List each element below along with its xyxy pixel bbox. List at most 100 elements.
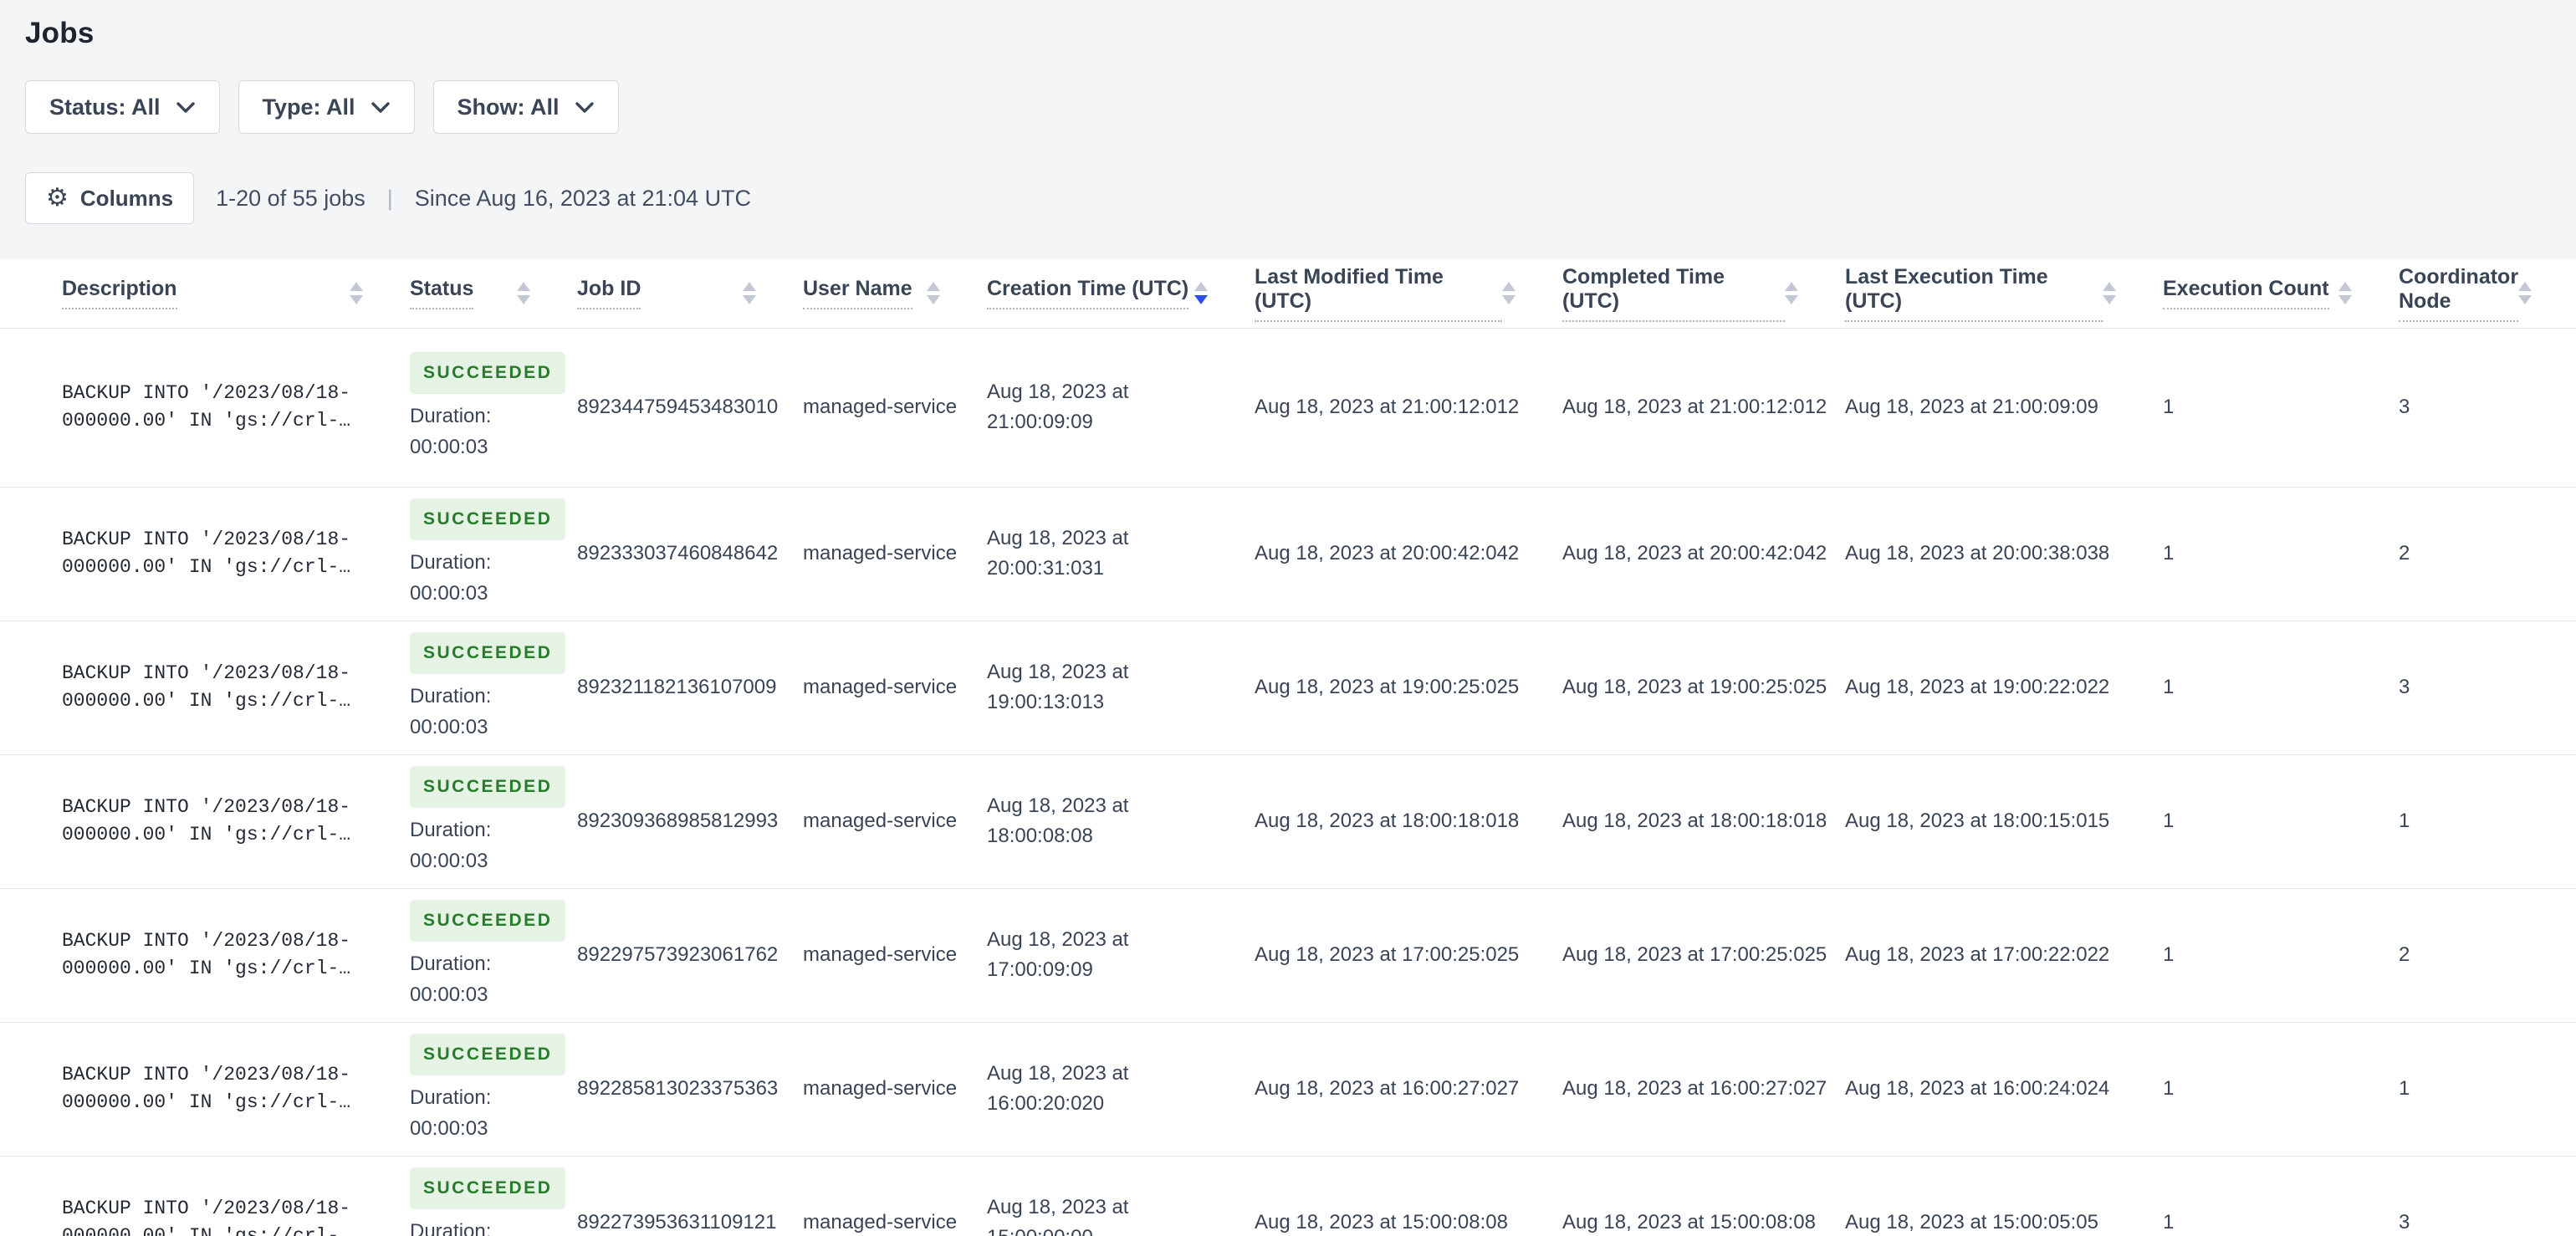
jobs-page: Jobs Status: All Type: All Show: All ⚙ C…: [0, 0, 2576, 1236]
column-header-label: User Name: [803, 277, 912, 310]
description-line2: 000000.00' IN 'gs://crl-…: [62, 824, 351, 845]
coordinator-node: 1: [2399, 1022, 2576, 1157]
sort-ascending-icon: [1194, 282, 1208, 292]
sort-icons[interactable]: [1194, 282, 1208, 305]
since-timestamp: Since Aug 16, 2023 at 21:04 UTC: [414, 185, 752, 211]
coordinator-node: 3: [2399, 328, 2576, 488]
sort-icons[interactable]: [2338, 282, 2352, 305]
filter-status-dropdown[interactable]: Status: All: [25, 80, 220, 134]
last-modified-time: Aug 18, 2023 at 17:00:25:025: [1255, 888, 1562, 1023]
job-id: 892344759453483010: [577, 328, 803, 488]
completed-time: Aug 18, 2023 at 18:00:18:018: [1562, 754, 1845, 889]
user-name: managed-service: [803, 487, 987, 621]
description-line1: BACKUP INTO '/2023/08/18-: [62, 930, 351, 952]
column-header-user-name[interactable]: User Name: [803, 259, 987, 329]
column-header-execution-count[interactable]: Execution Count: [2163, 259, 2399, 329]
table-row: BACKUP INTO '/2023/08/18- 000000.00' IN …: [0, 1022, 2576, 1157]
user-name: managed-service: [803, 621, 987, 755]
duration-value: 00:00:03: [410, 436, 488, 458]
status-badge: SUCCEEDED: [410, 1167, 566, 1209]
duration-label: Duration:: [410, 685, 492, 707]
creation-time: Aug 18, 2023 at 16:00:20:020: [987, 1022, 1255, 1157]
description-line2: 000000.00' IN 'gs://crl-…: [62, 556, 351, 578]
sort-icons[interactable]: [1502, 282, 1515, 305]
sort-descending-icon: [2338, 295, 2352, 305]
user-name: managed-service: [803, 754, 987, 889]
sort-descending-icon: [927, 295, 940, 305]
duration-label: Duration:: [410, 405, 492, 427]
column-header-job-id[interactable]: Job ID: [577, 259, 803, 329]
completed-time: Aug 18, 2023 at 20:00:42:042: [1562, 487, 1845, 621]
sort-icons[interactable]: [927, 282, 940, 305]
column-header-coordinator-node[interactable]: Coordinator Node: [2399, 259, 2576, 329]
description-line1: BACKUP INTO '/2023/08/18-: [62, 529, 351, 550]
sort-ascending-icon: [350, 282, 363, 292]
column-header-completed-time[interactable]: Completed Time (UTC): [1562, 259, 1845, 329]
completed-time: Aug 18, 2023 at 21:00:12:012: [1562, 328, 1845, 488]
duration-label: Duration:: [410, 1086, 492, 1109]
coordinator-node: 3: [2399, 621, 2576, 755]
sort-ascending-icon: [743, 282, 756, 292]
status-badge: SUCCEEDED: [410, 498, 566, 540]
filter-label: Show: All: [457, 94, 560, 120]
sort-ascending-icon: [1502, 282, 1515, 292]
job-id: 892321182136107009: [577, 621, 803, 755]
job-id: 892273953631109121: [577, 1156, 803, 1236]
status-badge: SUCCEEDED: [410, 766, 566, 808]
table-row: BACKUP INTO '/2023/08/18- 000000.00' IN …: [0, 888, 2576, 1023]
sort-ascending-icon: [2518, 282, 2533, 292]
last-execution-time: Aug 18, 2023 at 19:00:22:022: [1845, 621, 2163, 755]
duration-label: Duration:: [410, 953, 492, 975]
sort-icons[interactable]: [350, 282, 363, 305]
job-description-link[interactable]: BACKUP INTO '/2023/08/18- 000000.00' IN …: [62, 794, 385, 849]
last-execution-time: Aug 18, 2023 at 21:00:09:09: [1845, 328, 2163, 488]
job-description-link[interactable]: BACKUP INTO '/2023/08/18- 000000.00' IN …: [62, 660, 385, 715]
coordinator-node: 3: [2399, 1156, 2576, 1236]
column-header-description[interactable]: Description: [0, 259, 410, 329]
sort-descending-icon: [2518, 295, 2533, 305]
execution-count: 1: [2163, 1022, 2399, 1157]
job-description-link[interactable]: BACKUP INTO '/2023/08/18- 000000.00' IN …: [62, 927, 385, 983]
filter-type-dropdown[interactable]: Type: All: [238, 80, 415, 134]
filter-label: Status: All: [49, 94, 161, 120]
sort-icons[interactable]: [743, 282, 756, 305]
job-description-link[interactable]: BACKUP INTO '/2023/08/18- 000000.00' IN …: [62, 526, 385, 581]
column-header-last-modified-time[interactable]: Last Modified Time (UTC): [1255, 259, 1562, 329]
jobs-table: Description Status Job ID User Name Crea…: [0, 259, 2576, 1236]
page-title: Jobs: [25, 17, 95, 49]
completed-time: Aug 18, 2023 at 19:00:25:025: [1562, 621, 1845, 755]
job-description-link[interactable]: BACKUP INTO '/2023/08/18- 000000.00' IN …: [62, 1061, 385, 1116]
sort-icons[interactable]: [2103, 282, 2116, 305]
column-header-status[interactable]: Status: [410, 259, 577, 329]
table-row: BACKUP INTO '/2023/08/18- 000000.00' IN …: [0, 754, 2576, 889]
user-name: managed-service: [803, 888, 987, 1023]
columns-button[interactable]: ⚙ Columns: [25, 172, 195, 224]
description-line1: BACKUP INTO '/2023/08/18-: [62, 1064, 351, 1085]
duration-label: Duration:: [410, 819, 492, 841]
creation-time: Aug 18, 2023 at 21:00:09:09: [987, 328, 1255, 488]
coordinator-node: 2: [2399, 487, 2576, 621]
description-line1: BACKUP INTO '/2023/08/18-: [62, 382, 351, 404]
description-line2: 000000.00' IN 'gs://crl-…: [62, 1225, 351, 1236]
job-id: 892285813023375363: [577, 1022, 803, 1157]
job-description-link[interactable]: BACKUP INTO '/2023/08/18- 000000.00' IN …: [62, 380, 385, 435]
sort-icons[interactable]: [2518, 282, 2533, 305]
creation-time: Aug 18, 2023 at 17:00:09:09: [987, 888, 1255, 1023]
table-row: BACKUP INTO '/2023/08/18- 000000.00' IN …: [0, 1156, 2576, 1236]
filter-show-dropdown[interactable]: Show: All: [432, 80, 619, 134]
user-name: managed-service: [803, 1022, 987, 1157]
sort-icons[interactable]: [517, 282, 530, 305]
job-description-link[interactable]: BACKUP INTO '/2023/08/18- 000000.00' IN …: [62, 1195, 385, 1236]
sort-descending-icon: [517, 295, 530, 305]
sort-descending-icon: [350, 295, 363, 305]
last-execution-time: Aug 18, 2023 at 20:00:38:038: [1845, 487, 2163, 621]
chevron-down-icon: [371, 101, 390, 113]
job-id: 892333037460848642: [577, 487, 803, 621]
sort-icons[interactable]: [1785, 282, 1798, 305]
execution-count: 1: [2163, 621, 2399, 755]
filter-bar: Status: All Type: All Show: All: [0, 50, 2576, 134]
job-id: 892309368985812993: [577, 754, 803, 889]
column-header-last-execution-time[interactable]: Last Execution Time (UTC): [1845, 259, 2163, 329]
column-header-creation-time[interactable]: Creation Time (UTC): [987, 259, 1255, 329]
duration-value: 00:00:03: [410, 582, 488, 605]
